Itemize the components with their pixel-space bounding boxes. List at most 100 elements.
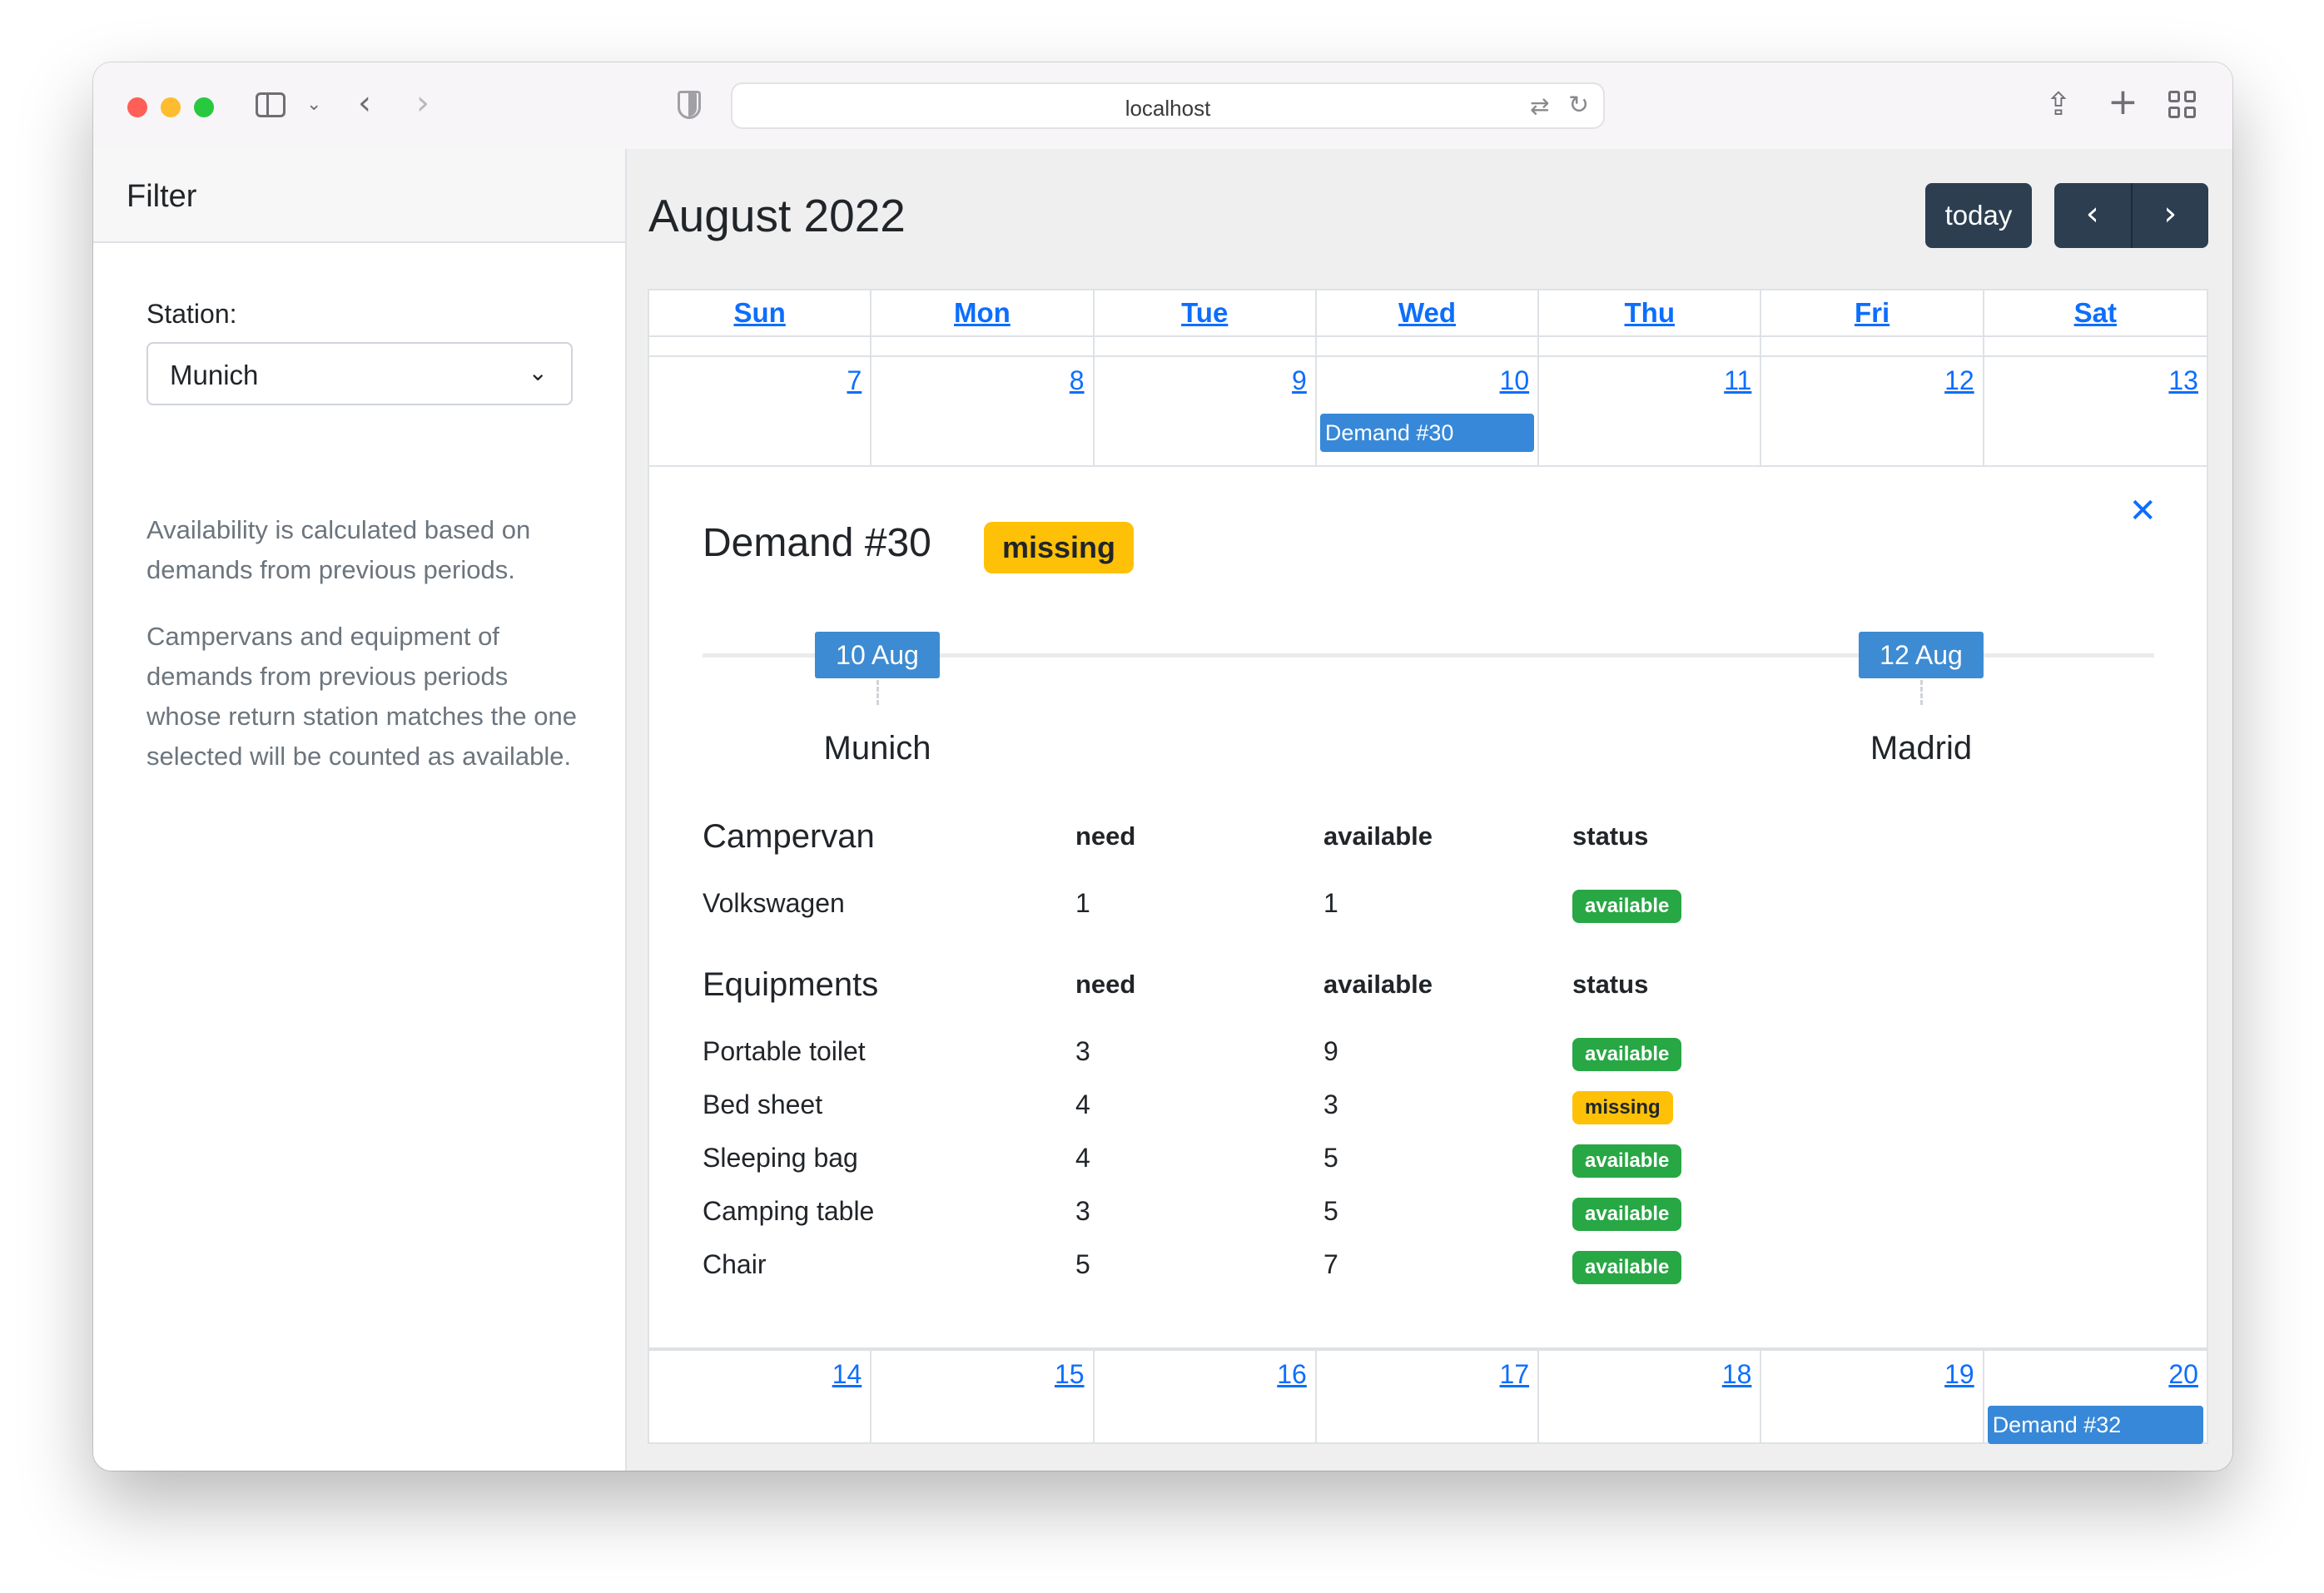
close-window-button[interactable] — [127, 97, 147, 117]
day-number[interactable]: 7 — [847, 365, 862, 396]
available-column-header: available — [1323, 821, 1433, 851]
day-number[interactable]: 19 — [1944, 1359, 1974, 1390]
demand-status-badge: missing — [984, 522, 1135, 573]
start-station: Munich — [823, 730, 931, 767]
address-bar[interactable]: localhost ⇄ ↻ — [731, 82, 1605, 129]
day-cell[interactable]: 14 — [649, 1351, 872, 1442]
end-station: Madrid — [1870, 730, 1973, 767]
status-badge: available — [1572, 1144, 1682, 1178]
status-badge: available — [1572, 1038, 1682, 1071]
calendar-main: August 2022 today ‹ › Sun Mon Tue Wed Th… — [627, 149, 2232, 1471]
weekday-tue[interactable]: Tue — [1181, 297, 1228, 328]
new-tab-icon[interactable]: + — [2108, 81, 2138, 123]
weekday-sun[interactable]: Sun — [733, 297, 785, 328]
day-cell[interactable]: 10 Demand #30 — [1317, 357, 1540, 465]
table-row: Camping table 3 5 available — [703, 1196, 1785, 1249]
table-header-row: Campervan need available status — [703, 818, 1785, 875]
chevron-down-icon[interactable]: ⌄ — [306, 94, 321, 115]
day-cell[interactable]: 9 — [1095, 357, 1317, 465]
available-column-header: available — [1323, 970, 1433, 999]
station-select[interactable]: Munich ⌄ — [146, 342, 573, 405]
back-icon[interactable]: ‹ — [358, 84, 371, 122]
status-column-header: status — [1572, 821, 1649, 851]
day-cell[interactable]: 19 — [1761, 1351, 1984, 1442]
day-number[interactable]: 8 — [1070, 365, 1085, 396]
day-number[interactable]: 11 — [1724, 365, 1751, 396]
day-cell[interactable]: 12 — [1761, 357, 1984, 465]
minimize-window-button[interactable] — [161, 97, 181, 117]
month-nav-group: ‹ › — [2054, 183, 2208, 248]
day-number[interactable]: 18 — [1722, 1359, 1752, 1390]
item-need: 3 — [1075, 1036, 1090, 1066]
day-number[interactable]: 10 — [1500, 365, 1530, 396]
item-name: Chair — [703, 1249, 767, 1279]
sidebar-toggle-icon[interactable] — [256, 92, 286, 117]
day-number[interactable]: 15 — [1055, 1359, 1085, 1390]
chevron-down-icon: ⌄ — [528, 359, 548, 386]
prev-month-button[interactable]: ‹ — [2054, 183, 2133, 248]
table-header-row: Equipments need available status — [703, 966, 1785, 1036]
item-name: Bed sheet — [703, 1089, 823, 1119]
close-icon[interactable]: ✕ — [2128, 492, 2157, 530]
next-month-button[interactable]: › — [2133, 183, 2209, 248]
weekday-header-row: Sun Mon Tue Wed Thu Fri Sat — [648, 289, 2208, 337]
reload-icon[interactable]: ↻ — [1568, 91, 1589, 120]
day-cell[interactable]: 11 — [1539, 357, 1762, 465]
calendar-event[interactable]: Demand #30 — [1319, 414, 1535, 452]
browser-toolbar: ⌄ ‹ › localhost ⇄ ↻ ⇪ + — [93, 62, 2232, 149]
weekday-fri[interactable]: Fri — [1855, 297, 1889, 328]
status-badge: available — [1572, 1198, 1682, 1231]
status-badge: available — [1572, 1251, 1682, 1284]
day-cell[interactable]: 16 — [1095, 1351, 1317, 1442]
start-date-chip: 10 Aug — [815, 632, 940, 678]
calendar-event[interactable]: Demand #32 — [1987, 1406, 2203, 1444]
day-cell[interactable]: 20 Demand #32 — [1984, 1351, 2207, 1444]
previous-week-row — [648, 337, 2208, 357]
day-number[interactable]: 12 — [1944, 365, 1974, 396]
day-cell[interactable]: 17 — [1317, 1351, 1540, 1442]
calendar-title: August 2022 — [648, 190, 906, 241]
today-button[interactable]: today — [1925, 183, 2032, 248]
item-need: 5 — [1075, 1249, 1090, 1279]
weekday-sat[interactable]: Sat — [2074, 297, 2117, 328]
forward-icon[interactable]: › — [416, 84, 430, 122]
translate-icon[interactable]: ⇄ — [1530, 92, 1549, 120]
weekday-wed[interactable]: Wed — [1398, 297, 1456, 328]
week-row-1: 7 8 9 10 Demand #30 11 12 13 — [648, 357, 2208, 467]
weekday-mon[interactable]: Mon — [954, 297, 1011, 328]
return-station-help-text: Campervans and equipment of demands from… — [146, 622, 577, 771]
day-number[interactable]: 13 — [2168, 365, 2198, 396]
day-cell[interactable]: 8 — [872, 357, 1095, 465]
share-icon[interactable]: ⇪ — [2045, 86, 2072, 122]
weekday-thu[interactable]: Thu — [1625, 297, 1675, 328]
day-cell[interactable]: 13 — [1984, 357, 2207, 465]
filter-sidebar: Filter Station: Munich ⌄ Availability is… — [93, 149, 627, 1471]
url-text: localhost — [1125, 96, 1211, 121]
tab-overview-icon[interactable] — [2168, 91, 2197, 119]
demand-detail-panel: ✕ Demand #30 missing 10 Aug 12 Aug Munic… — [648, 467, 2208, 1349]
day-number[interactable]: 20 — [2168, 1359, 2198, 1390]
table-row: Chair 5 7 available — [703, 1249, 1785, 1303]
equipments-table: Equipments need available status Portabl… — [703, 966, 1785, 1303]
item-need: 1 — [1075, 888, 1090, 918]
item-name: Volkswagen — [703, 888, 845, 918]
day-number[interactable]: 17 — [1500, 1359, 1530, 1390]
privacy-shield-icon[interactable] — [678, 91, 701, 119]
need-column-header: need — [1075, 821, 1136, 851]
item-name: Portable toilet — [703, 1036, 866, 1066]
day-number[interactable]: 9 — [1292, 365, 1307, 396]
zoom-window-button[interactable] — [194, 97, 214, 117]
day-cell[interactable]: 15 — [872, 1351, 1095, 1442]
day-number[interactable]: 14 — [832, 1359, 862, 1390]
item-available: 5 — [1323, 1143, 1338, 1173]
status-badge: available — [1572, 890, 1682, 923]
day-cell[interactable]: 18 — [1539, 1351, 1762, 1442]
day-cell[interactable]: 7 — [649, 357, 872, 465]
need-column-header: need — [1075, 970, 1136, 999]
table-row: Volkswagen 1 1 available — [703, 888, 1785, 941]
availability-help-text: Availability is calculated based on dema… — [146, 515, 531, 584]
item-available: 3 — [1323, 1089, 1338, 1119]
item-name: Camping table — [703, 1196, 875, 1226]
day-number[interactable]: 16 — [1277, 1359, 1307, 1390]
status-badge: missing — [1572, 1091, 1673, 1124]
